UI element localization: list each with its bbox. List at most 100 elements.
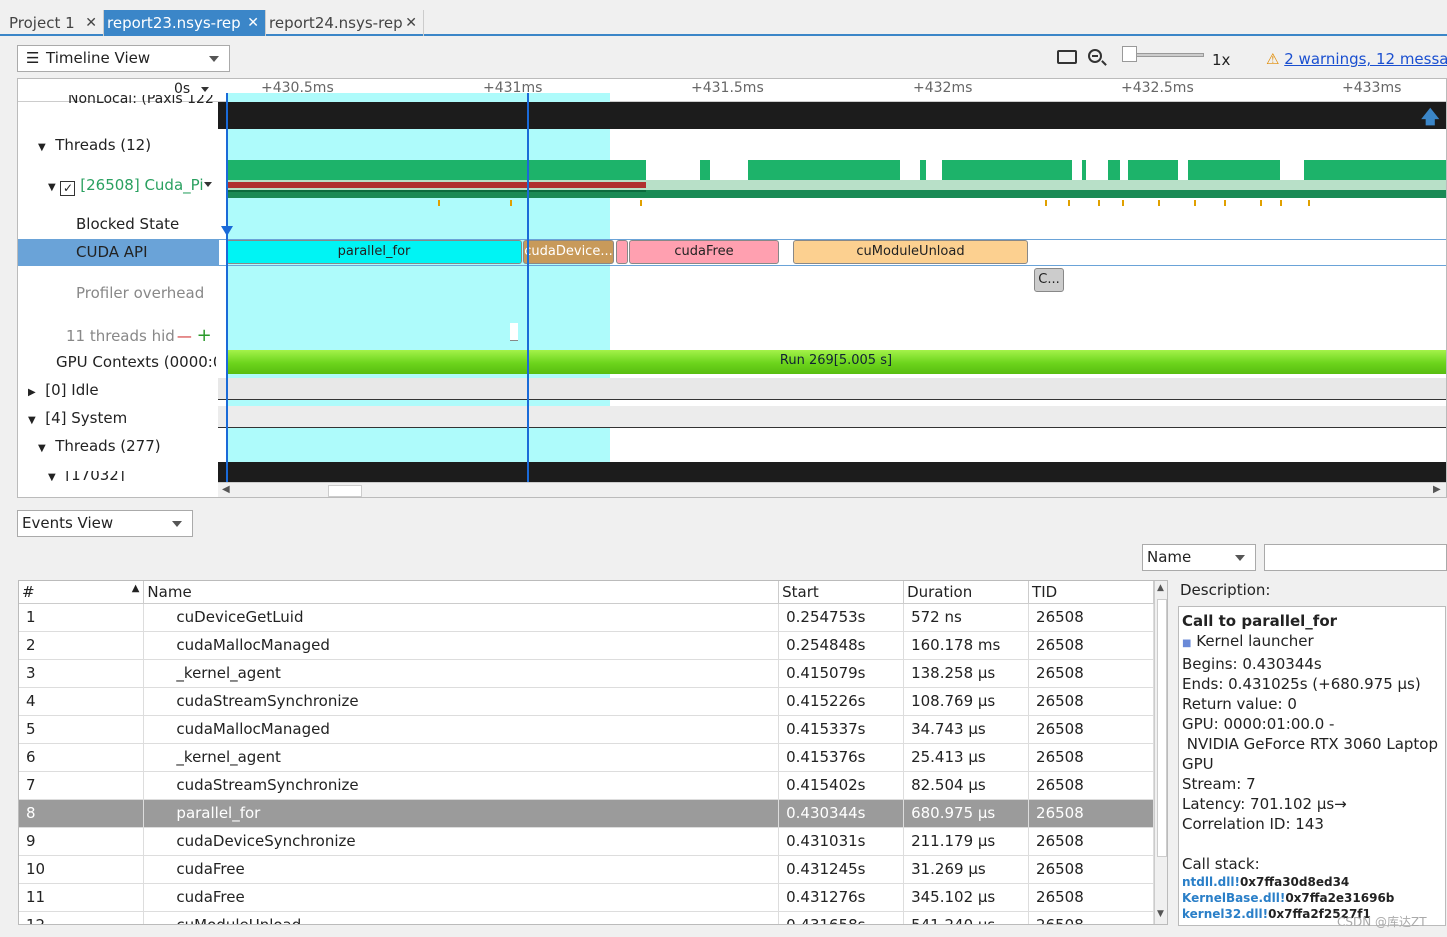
tab-project[interactable]: Project 1 ✕	[0, 10, 104, 36]
table-row[interactable]: 10 cudaFree 0.431245s 31.269 μs 26508	[19, 855, 1154, 884]
row-gpu-contexts[interactable]: GPU Contexts (0000:01	[56, 353, 216, 371]
row-idle[interactable]: ▶ [0] Idle	[28, 381, 228, 399]
bar-cuda-free[interactable]: cudaFree	[629, 240, 779, 264]
cursor-line-start[interactable]	[226, 93, 228, 482]
minus-icon[interactable]: —	[177, 327, 192, 345]
cell-name: cudaStreamSynchronize	[143, 771, 780, 800]
warnings-link[interactable]: ⚠ 2 warnings, 12 messag	[1266, 50, 1447, 68]
events-view-selector[interactable]: Events View	[17, 510, 193, 537]
events-scrollbar[interactable]: ▲ ▼	[1154, 581, 1167, 924]
close-icon[interactable]: ✕	[85, 10, 97, 36]
row-threads277[interactable]: ▼ Threads (277)	[38, 437, 238, 455]
tab-bar: Project 1 ✕ report23.nsys-rep ✕ report24.n…	[0, 10, 1447, 36]
zoom-out-icon[interactable]	[1088, 49, 1107, 66]
chevron-down-icon	[172, 521, 182, 527]
table-row[interactable]: 2 cudaMallocManaged 0.254848s 160.178 ms 265…	[19, 631, 1154, 660]
cell-start: 0.415376s	[778, 743, 905, 772]
close-icon[interactable]: ✕	[405, 10, 417, 36]
table-row[interactable]: 5 cudaMallocManaged 0.415337s 34.743 μs 2650…	[19, 715, 1154, 744]
cell-duration: 160.178 ms	[903, 631, 1030, 660]
tab-report23[interactable]: report23.nsys-rep ✕	[104, 10, 266, 36]
description-line: Stream: 7	[1182, 775, 1256, 793]
checkbox[interactable]: ✓	[60, 181, 76, 196]
cell-duration: 680.975 μs	[903, 799, 1030, 828]
bar-cu-module-unload[interactable]: cuModuleUnload	[793, 240, 1028, 264]
row-hidden-threads[interactable]: 11 threads hid — +	[66, 325, 216, 346]
scroll-down-icon[interactable]: ▼	[1157, 909, 1164, 919]
cell-start: 0.415402s	[778, 771, 905, 800]
cell-duration: 31.269 μs	[903, 855, 1030, 884]
table-row[interactable]: 6 _kernel_agent 0.415376s 25.413 μs 26508	[19, 743, 1154, 772]
callstack-frame[interactable]: ntdll.dll!0x7ffa30d8ed34	[1182, 874, 1442, 890]
chevron-down-icon[interactable]	[204, 182, 212, 187]
watermark: CSDN @库达ZT	[1337, 915, 1427, 929]
row-threads12[interactable]: ▼ Threads (12)	[38, 136, 238, 154]
cell-start: 0.431245s	[778, 855, 905, 884]
row-thread-26508[interactable]: ▼ ✓ [26508] Cuda_Pi	[48, 176, 218, 196]
table-row[interactable]: 1 cuDeviceGetLuid 0.254753s 572 ns 26508	[19, 603, 1154, 632]
sample-tick	[1194, 200, 1196, 206]
row-label: [4] System	[45, 409, 128, 427]
plus-icon[interactable]: +	[197, 325, 212, 346]
cursor-line-end[interactable]	[527, 93, 529, 482]
cell-index: 8	[19, 799, 145, 828]
view-selector[interactable]: ☰ Timeline View	[17, 45, 230, 72]
row-profiler-overhead[interactable]: Profiler overhead	[76, 284, 276, 302]
timeline-scrollbar[interactable]: ◀ ▶	[218, 482, 1446, 497]
sample-tick	[1308, 200, 1310, 206]
column-header-tid[interactable]: TID	[1028, 581, 1154, 604]
chevron-down-icon[interactable]	[201, 87, 209, 92]
scroll-thumb[interactable]	[328, 485, 362, 497]
callstack-frame[interactable]: KernelBase.dll!0x7ffa2e31696b	[1182, 890, 1442, 906]
warning-icon: ⚠	[1266, 50, 1280, 68]
tab-report24[interactable]: report24.nsys-rep ✕	[266, 10, 424, 36]
row-blocked-state[interactable]: Blocked State	[76, 215, 276, 233]
cursor-marker-icon[interactable]	[221, 226, 233, 236]
keyboard-icon[interactable]	[1057, 50, 1077, 64]
cell-tid: 26508	[1028, 883, 1154, 912]
filter-field-label: Name	[1147, 548, 1192, 566]
column-header-name[interactable]: Name	[143, 581, 780, 604]
close-icon[interactable]: ✕	[247, 10, 259, 36]
warnings-text[interactable]: 2 warnings, 12 messag	[1284, 50, 1447, 68]
cell-index: 12	[19, 911, 145, 924]
cell-duration: 572 ns	[903, 603, 1030, 632]
sample-tick	[1098, 200, 1100, 206]
description-line: NVIDIA GeForce RTX 3060 Laptop	[1182, 735, 1439, 753]
column-header-duration[interactable]: Duration	[903, 581, 1030, 604]
bar-cuda-free-small[interactable]	[616, 240, 628, 264]
filter-field-select[interactable]: Name	[1142, 544, 1256, 571]
callstack-label: Call stack:	[1182, 855, 1260, 873]
column-header-index[interactable]: # ▲	[19, 581, 145, 604]
table-row[interactable]: 9 cudaDeviceSynchronize 0.431031s 211.179 μ…	[19, 827, 1154, 856]
scroll-up-icon[interactable]: ▲	[1157, 583, 1164, 593]
row-system[interactable]: ▼ [4] System	[28, 409, 228, 427]
sample-tick	[438, 200, 440, 206]
arrow-up-icon[interactable]: 🡅	[1421, 105, 1441, 128]
table-row[interactable]: 7 cudaStreamSynchronize 0.415402s 82.504 μs…	[19, 771, 1154, 800]
table-row[interactable]: 8 parallel_for 0.430344s 680.975 μs 26508	[19, 799, 1154, 828]
table-row[interactable]: 12 cuModuleUnload 0.431658s 541.240 μs 26508	[19, 911, 1154, 924]
scroll-thumb[interactable]	[1157, 599, 1167, 857]
row-label: [17032]	[65, 471, 125, 481]
bar-cuda-device-sync[interactable]: cudaDevice...	[523, 240, 614, 264]
table-row[interactable]: 11 cudaFree 0.431276s 345.102 μs 26508	[19, 883, 1154, 912]
bar-gpu-run[interactable]: Run 269[5.005 s]	[226, 350, 1446, 374]
scroll-left-icon[interactable]: ◀	[222, 484, 230, 495]
zoom-slider-handle[interactable]	[1122, 46, 1137, 62]
sample-tick	[1122, 200, 1124, 206]
tab-label: report23.nsys-rep	[107, 14, 241, 32]
column-header-start[interactable]: Start	[778, 581, 905, 604]
bar-profiler-c[interactable]: C...	[1034, 268, 1064, 292]
filter-input[interactable]	[1264, 544, 1447, 571]
scroll-right-icon[interactable]: ▶	[1433, 484, 1441, 495]
cell-tid: 26508	[1028, 743, 1154, 772]
description-title: Call to parallel_for	[1182, 612, 1338, 630]
thread-gap	[1178, 160, 1188, 180]
table-row[interactable]: 4 cudaStreamSynchronize 0.415226s 108.769 μ…	[19, 687, 1154, 716]
table-row[interactable]: 3 _kernel_agent 0.415079s 138.258 μs 26508	[19, 659, 1154, 688]
thread-activity-bar[interactable]	[226, 160, 1446, 180]
bar-parallel-for[interactable]: parallel_for	[226, 240, 522, 264]
cell-name: cuDeviceGetLuid	[143, 603, 780, 632]
cell-name: cudaStreamSynchronize	[143, 687, 780, 716]
